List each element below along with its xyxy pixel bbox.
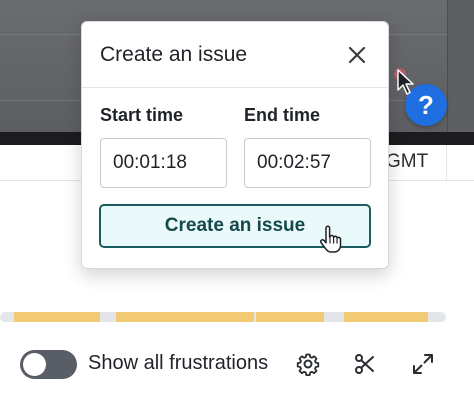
scissors-icon[interactable] <box>353 352 377 376</box>
timeline-segment[interactable] <box>116 312 254 322</box>
timeline-segment[interactable] <box>14 312 100 322</box>
divider <box>446 145 447 181</box>
start-time-label: Start time <box>100 105 184 125</box>
session-timeline[interactable] <box>0 312 446 322</box>
timezone-label: GMT <box>386 151 429 172</box>
expand-icon[interactable] <box>411 352 435 376</box>
hand-cursor-icon <box>320 225 342 253</box>
frustrations-toggle-label: Show all frustrations <box>88 352 269 374</box>
close-icon[interactable] <box>344 42 370 68</box>
timeline-segment[interactable] <box>344 312 428 322</box>
player-controls: Show all frustrations <box>0 342 474 386</box>
end-time-input[interactable] <box>244 138 371 188</box>
popover-header: Create an issue <box>82 22 388 88</box>
start-time-input[interactable] <box>100 138 227 188</box>
arrow-cursor-icon <box>394 68 414 95</box>
gear-icon[interactable] <box>296 352 320 376</box>
popover-title: Create an issue <box>100 43 248 66</box>
frustrations-toggle[interactable] <box>20 350 77 379</box>
timeline-segment[interactable] <box>256 312 324 322</box>
end-time-label: End time <box>244 105 321 125</box>
toggle-knob <box>23 353 46 376</box>
